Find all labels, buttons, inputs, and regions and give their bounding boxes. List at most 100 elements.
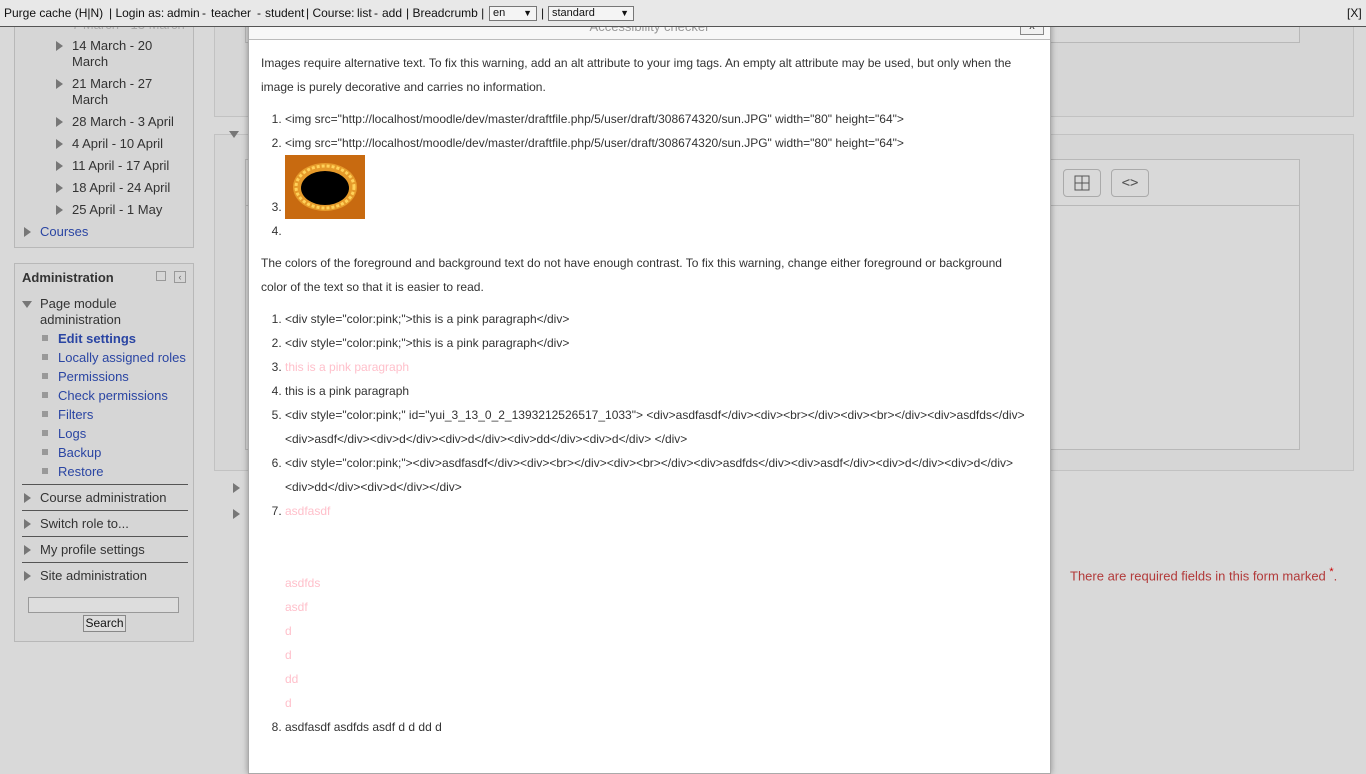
table-button[interactable] — [1063, 169, 1101, 197]
expand-arrow-icon[interactable] — [56, 41, 63, 51]
expand-arrow-icon[interactable] — [233, 483, 240, 493]
purge-cache-link[interactable]: Purge cache (H|N) — [4, 6, 103, 20]
courses-link[interactable]: Courses — [40, 224, 88, 240]
my-profile-settings-link[interactable]: My profile settings — [40, 542, 145, 558]
collapse-arrow-icon[interactable] — [229, 131, 239, 138]
theme-value: standard — [552, 7, 595, 19]
login-as-admin-link[interactable]: admin — [167, 6, 200, 20]
expand-arrow-icon[interactable] — [24, 227, 31, 237]
site-administration-link[interactable]: Site administration — [40, 568, 147, 584]
contrast-issue-item[interactable]: <div style="color:pink;"><div>asdfasdf</… — [285, 451, 1031, 499]
contrast-issue-item[interactable]: asdfasdf asdfds asdf d d dd d — [285, 715, 1031, 739]
week-item[interactable]: 28 March - 3 April — [72, 114, 174, 130]
login-as-student-link[interactable]: student — [265, 6, 304, 20]
expand-arrow-icon[interactable] — [24, 493, 31, 503]
check-permissions-link[interactable]: Check permissions — [58, 388, 168, 404]
contrast-issue-item[interactable]: asdfasdf asdfds asdf d d dd d — [285, 499, 1031, 715]
expand-arrow-icon[interactable] — [56, 79, 63, 89]
required-notice-end: . — [1333, 568, 1338, 584]
language-value: en — [493, 7, 506, 19]
breadcrumb-label[interactable]: | Breadcrumb | — [406, 6, 484, 20]
accessibility-checker-dialog: Accessibility checker x Images require a… — [248, 14, 1051, 774]
dialog-body: Images require alternative text. To fix … — [261, 51, 1031, 747]
expand-arrow-icon[interactable] — [56, 161, 63, 171]
week-item[interactable]: 25 April - 1 May — [72, 202, 162, 218]
contrast-issues-list: <div style="color:pink;">this is a pink … — [261, 307, 1031, 739]
expand-arrow-icon[interactable] — [24, 519, 31, 529]
week-item[interactable]: 21 March - 27 — [72, 76, 152, 92]
sun-image — [285, 155, 365, 219]
switch-role-link[interactable]: Switch role to... — [40, 516, 129, 532]
restore-link[interactable]: Restore — [58, 464, 104, 480]
image-issue-item[interactable] — [285, 155, 1031, 219]
collapse-arrow-icon[interactable] — [22, 301, 32, 308]
pink-text: this is a pink paragraph — [285, 360, 410, 374]
dock-icon[interactable] — [156, 271, 166, 281]
contrast-issue-item[interactable]: <div style="color:pink;">this is a pink … — [285, 331, 1031, 355]
locally-assigned-roles-link[interactable]: Locally assigned roles — [58, 350, 186, 366]
theme-select[interactable]: standard ▼ — [548, 6, 634, 21]
expand-arrow-icon[interactable] — [56, 205, 63, 215]
page-module-admin[interactable]: Page module — [40, 296, 117, 312]
bullet-icon — [42, 411, 48, 417]
expand-arrow-icon[interactable] — [24, 571, 31, 581]
expand-arrow-icon[interactable] — [233, 509, 240, 519]
course-label: | Course: — [306, 6, 355, 20]
bullet-icon — [42, 449, 48, 455]
pink-text-line: d — [285, 624, 292, 638]
required-notice-text: There are required fields in this form m… — [1070, 568, 1326, 584]
contrast-issue-item[interactable]: this is a pink paragraph — [285, 355, 1031, 379]
theme-separator: | — [541, 6, 545, 20]
language-select[interactable]: en ▼ — [489, 6, 537, 21]
administration-title: Administration — [22, 270, 114, 285]
permissions-link[interactable]: Permissions — [58, 369, 129, 385]
dropdown-arrow-icon: ▼ — [620, 8, 629, 18]
contrast-issue-item[interactable]: <div style="color:pink;" id="yui_3_13_0_… — [285, 403, 1031, 451]
admin-search-input[interactable] — [28, 597, 179, 613]
bullet-icon — [42, 373, 48, 379]
move-block-icon[interactable]: ‹ — [174, 271, 186, 283]
dash-2: - — [257, 6, 261, 20]
backup-link[interactable]: Backup — [58, 445, 101, 461]
devbar-close-button[interactable]: [X] — [1347, 6, 1362, 20]
image-issues-list: <img src="http://localhost/moodle/dev/ma… — [261, 107, 1031, 243]
bullet-icon — [42, 335, 48, 341]
contrast-warning: The colors of the foreground and backgro… — [261, 256, 1002, 294]
image-issue-item[interactable] — [285, 219, 1031, 243]
bullet-icon — [42, 468, 48, 474]
image-issue-item[interactable]: <img src="http://localhost/moodle/dev/ma… — [285, 107, 1031, 131]
week-item[interactable]: 14 March - 20 — [72, 38, 152, 54]
pink-text-line: d — [285, 648, 292, 662]
login-as-teacher-link[interactable]: teacher — [211, 6, 251, 20]
contrast-issue-item[interactable]: <div style="color:pink;">this is a pink … — [285, 307, 1031, 331]
filters-link[interactable]: Filters — [58, 407, 93, 423]
divider — [22, 484, 188, 485]
course-add-link[interactable]: add — [382, 6, 402, 20]
week-item[interactable]: 11 April - 17 April — [72, 158, 169, 174]
edit-settings-link[interactable]: Edit settings — [58, 331, 136, 347]
bullet-icon — [42, 354, 48, 360]
week-item-line2[interactable]: March — [72, 54, 108, 70]
expand-arrow-icon[interactable] — [56, 139, 63, 149]
pink-text-line: d — [285, 696, 292, 710]
expand-arrow-icon[interactable] — [24, 545, 31, 555]
week-item[interactable]: 18 April - 24 April — [72, 180, 170, 196]
expand-arrow-icon[interactable] — [56, 183, 63, 193]
logs-link[interactable]: Logs — [58, 426, 86, 442]
pink-text-line: asdfasdf — [285, 504, 331, 518]
image-issue-item[interactable]: <img src="http://localhost/moodle/dev/ma… — [285, 131, 1031, 155]
table-icon — [1074, 175, 1090, 191]
week-item[interactable]: 4 April - 10 April — [72, 136, 163, 152]
code-icon[interactable]: <> — [1111, 169, 1149, 197]
week-item-line2[interactable]: March — [72, 92, 108, 108]
contrast-issue-item[interactable]: this is a pink paragraph — [285, 379, 1031, 403]
admin-search-button[interactable]: Search — [83, 615, 126, 632]
pink-text-line: dd — [285, 672, 299, 686]
expand-arrow-icon[interactable] — [56, 117, 63, 127]
required-fields-notice: There are required fields in this form m… — [1070, 566, 1337, 583]
course-administration-link[interactable]: Course administration — [40, 490, 166, 506]
course-list-link[interactable]: list — [357, 6, 372, 20]
divider — [22, 562, 188, 563]
page-module-admin-line2[interactable]: administration — [40, 312, 121, 328]
bullet-icon — [42, 392, 48, 398]
